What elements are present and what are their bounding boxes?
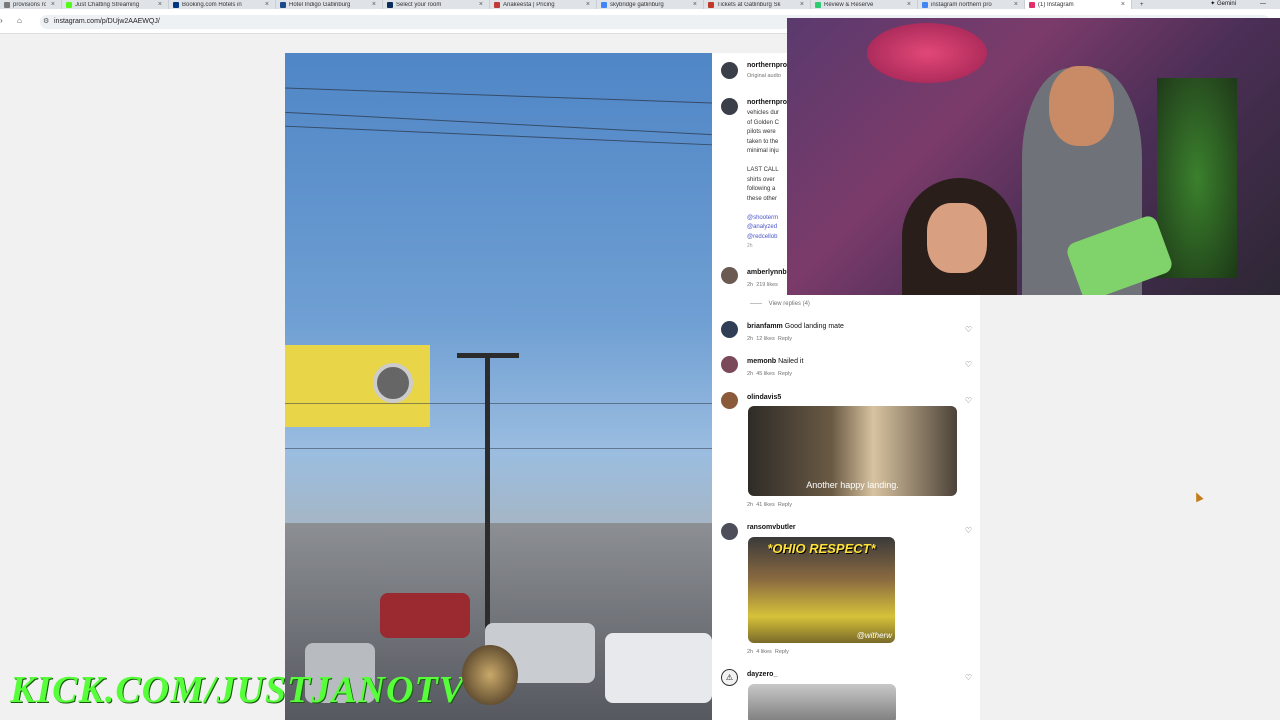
tab-favicon-icon bbox=[173, 1, 179, 8]
browser-tab[interactable]: Tickets at Gatlinburg Sk × bbox=[704, 0, 811, 9]
comment-avatar[interactable] bbox=[721, 267, 738, 284]
comment-avatar[interactable] bbox=[721, 356, 738, 373]
tab-favicon-icon bbox=[66, 1, 72, 8]
forward-icon[interactable]: › bbox=[0, 16, 3, 25]
reply-button[interactable]: Reply bbox=[778, 371, 792, 377]
tab-favicon-icon bbox=[280, 1, 286, 8]
like-heart-icon[interactable]: ♡ bbox=[965, 673, 972, 682]
tab-label: provisions robi bbox=[13, 1, 46, 8]
post-author-avatar[interactable] bbox=[721, 62, 738, 79]
post-audio-label[interactable]: Original audio bbox=[747, 73, 781, 79]
billboard-watch bbox=[373, 363, 413, 403]
tab-label: Booking.com Hotels in bbox=[182, 1, 242, 8]
like-heart-icon[interactable]: ♡ bbox=[965, 325, 972, 334]
tab-close-icon[interactable]: × bbox=[479, 1, 483, 8]
comment-avatar[interactable] bbox=[721, 392, 738, 409]
like-heart-icon[interactable]: ♡ bbox=[965, 526, 972, 535]
browser-tab[interactable]: Anakeesta | Pricing × bbox=[490, 0, 597, 9]
view-replies-button[interactable]: —— View replies (4) bbox=[750, 301, 810, 307]
reply-button[interactable]: Reply bbox=[775, 649, 789, 655]
tab-favicon-icon bbox=[601, 1, 607, 8]
browser-tab[interactable]: skybridge gatlinburg × bbox=[597, 0, 704, 9]
like-heart-icon[interactable]: ♡ bbox=[965, 396, 972, 405]
tab-label: Select your room bbox=[396, 1, 442, 8]
tab-close-icon[interactable]: × bbox=[158, 1, 162, 8]
window-minimize-button[interactable]: — bbox=[1260, 0, 1266, 9]
tab-favicon-icon bbox=[387, 1, 393, 8]
comment-username[interactable]: olindavis5 bbox=[747, 394, 781, 401]
tab-favicon-icon bbox=[815, 1, 821, 8]
tab-close-icon[interactable]: × bbox=[586, 1, 590, 8]
caption-avatar[interactable] bbox=[721, 98, 738, 115]
browser-tab[interactable]: Hotel Indigo Gatlinburg × bbox=[276, 0, 383, 9]
comment-gif-obiwan[interactable]: Another happy landing. bbox=[748, 406, 957, 496]
tab-close-icon[interactable]: × bbox=[800, 1, 804, 8]
browser-tab[interactable]: Booking.com Hotels in × bbox=[169, 0, 276, 9]
tab-label: (1) Instagram bbox=[1038, 1, 1074, 8]
browser-tab[interactable]: Just Chatting Streaming × bbox=[62, 0, 169, 9]
tab-label: Just Chatting Streaming bbox=[75, 1, 140, 8]
gif-caption: *OHIO RESPECT* bbox=[767, 541, 876, 556]
tab-close-icon[interactable]: × bbox=[907, 1, 911, 8]
like-heart-icon[interactable]: ♡ bbox=[965, 360, 972, 369]
browser-tab-bar: provisions robi × Just Chatting Streaming ×… bbox=[0, 0, 1280, 9]
site-info-icon[interactable]: ⚙ bbox=[43, 15, 49, 29]
browser-tab[interactable]: provisions robi × bbox=[0, 0, 62, 9]
comment-meta: 2h 4 likes Reply bbox=[747, 649, 789, 655]
caption-author[interactable]: northernpro bbox=[747, 99, 787, 106]
tab-close-icon[interactable]: × bbox=[372, 1, 376, 8]
comment-meta: 2h 12 likes Reply bbox=[747, 336, 792, 342]
home-icon[interactable]: ⌂ bbox=[17, 16, 22, 25]
comment-meta: 2h 41 likes Reply bbox=[747, 502, 792, 508]
comment-gif[interactable] bbox=[748, 684, 896, 720]
tab-favicon-icon bbox=[494, 1, 500, 8]
tab-close-icon[interactable]: × bbox=[265, 1, 269, 8]
comment-avatar[interactable] bbox=[721, 321, 738, 338]
tab-favicon-icon bbox=[708, 1, 714, 8]
gemini-button[interactable]: ✦ Gemini bbox=[1210, 0, 1236, 9]
gemini-label: Gemini bbox=[1216, 1, 1236, 7]
comment-username[interactable]: dayzero_ bbox=[747, 671, 777, 678]
reel-video[interactable] bbox=[285, 53, 712, 720]
tab-label: instagram northern pro bbox=[931, 1, 992, 8]
warning-avatar-icon[interactable]: ⚠ bbox=[721, 669, 738, 686]
new-tab-button[interactable]: + bbox=[1132, 2, 1152, 8]
tab-label: Tickets at Gatlinburg Sk bbox=[717, 1, 781, 8]
browser-tab[interactable]: (1) Instagram × bbox=[1025, 0, 1132, 9]
comment-gif-ohio-respect[interactable]: *OHIO RESPECT* @witherw bbox=[748, 537, 895, 643]
streamer-webcam bbox=[787, 18, 1280, 295]
post-author-name[interactable]: northernpro bbox=[747, 62, 787, 69]
tab-close-icon[interactable]: × bbox=[51, 1, 55, 8]
tab-close-icon[interactable]: × bbox=[1014, 1, 1018, 8]
reply-button[interactable]: Reply bbox=[778, 336, 792, 342]
comment-username[interactable]: ransomvbutler bbox=[747, 524, 796, 531]
tab-label: Hotel Indigo Gatlinburg bbox=[289, 1, 351, 8]
tab-close-icon[interactable]: × bbox=[1121, 1, 1125, 8]
comment-avatar[interactable] bbox=[721, 523, 738, 540]
tab-label: Anakeesta | Pricing bbox=[503, 1, 555, 8]
url-text: instagram.com/p/DUjw2AAEWQJ/ bbox=[54, 18, 160, 25]
tab-favicon-icon bbox=[4, 1, 10, 8]
streamer-avatar-overlay bbox=[462, 645, 518, 705]
comment-meta: 2h 219 likes bbox=[747, 282, 778, 288]
comment-username: brianfamm Good landing mate bbox=[747, 323, 844, 330]
reply-button[interactable]: Reply bbox=[778, 502, 792, 508]
tab-label: Review & Reserve bbox=[824, 1, 874, 8]
browser-tab[interactable]: Review & Reserve × bbox=[811, 0, 918, 9]
browser-tab[interactable]: Select your room × bbox=[383, 0, 490, 9]
comment-username: memonb Nailed it bbox=[747, 358, 804, 365]
kick-channel-overlay: KICK.COM/JUSTJANOTV bbox=[10, 669, 466, 711]
gif-caption: Another happy landing. bbox=[806, 480, 899, 490]
comment-username[interactable]: amberlynnb bbox=[747, 269, 787, 276]
tab-label: skybridge gatlinburg bbox=[610, 1, 664, 8]
browser-tab[interactable]: instagram northern pro × bbox=[918, 0, 1025, 9]
tab-favicon-icon bbox=[1029, 1, 1035, 8]
comment-meta: 2h 45 likes Reply bbox=[747, 371, 792, 377]
tab-favicon-icon bbox=[922, 1, 928, 8]
tab-close-icon[interactable]: × bbox=[693, 1, 697, 8]
gif-watermark: @witherw bbox=[856, 631, 892, 640]
